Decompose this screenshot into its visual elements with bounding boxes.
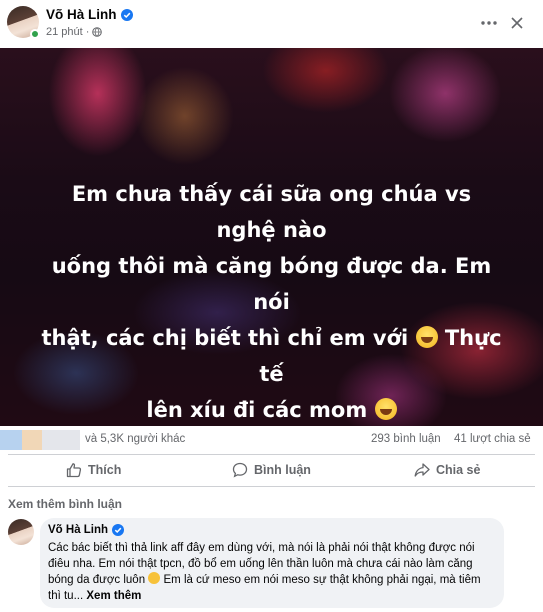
comment-line: điêu nha. Em nói thật tpcn, đồ bổ em uốn… — [48, 558, 473, 570]
comment-button[interactable]: Bình luận — [232, 455, 311, 485]
shares-count[interactable]: 41 lượt chia sẻ — [454, 433, 531, 445]
author-name-row: Võ Hà Linh — [46, 7, 133, 22]
comment-see-more-link[interactable]: Xem thêm — [86, 590, 141, 602]
divider — [8, 486, 535, 487]
post-text: Em chưa thấy cái sữa ong chúa vs nghệ nà… — [40, 176, 503, 426]
more-icon — [481, 21, 497, 25]
comment-line-wrap: thì tu... Xem thêm — [48, 588, 496, 604]
globe-icon — [92, 27, 103, 37]
meta-separator: · — [85, 26, 90, 38]
comment-line: Em là cứ meso em nói meso sự thật không … — [163, 574, 481, 586]
laughing-emoji-icon — [415, 326, 438, 348]
post-image[interactable]: Em chưa thấy cái sữa ong chúa vs nghệ nà… — [0, 48, 543, 426]
comment-line-wrap: bóng da được luôn Em là cứ meso em nói m… — [48, 572, 496, 588]
online-status-dot — [30, 29, 40, 39]
reaction-avatar — [22, 430, 42, 450]
like-button[interactable]: Thích — [66, 455, 121, 485]
reaction-avatars[interactable] — [0, 430, 80, 450]
more-options-button[interactable] — [478, 12, 500, 34]
verified-badge-icon — [120, 8, 133, 21]
like-icon — [66, 463, 82, 478]
see-more-comments-link[interactable]: Xem thêm bình luận — [8, 497, 122, 511]
comment-author[interactable]: Võ Hà Linh — [48, 524, 108, 536]
post-text-line: uống thôi mà căng bóng được da. Em nói — [51, 254, 492, 314]
close-button[interactable] — [506, 12, 528, 34]
post-time[interactable]: 21 phút — [46, 26, 83, 38]
post-meta: 21 phút · — [46, 26, 103, 38]
comment-line: Các bác biết thì thả link aff đây em dùn… — [48, 542, 475, 554]
comment-icon — [232, 462, 248, 478]
reaction-avatar — [42, 430, 80, 450]
comment-text: Các bác biết thì thả link aff đây em dùn… — [48, 540, 496, 604]
reaction-avatar — [0, 430, 22, 450]
like-label: Thích — [88, 463, 122, 477]
close-icon — [511, 17, 523, 29]
commenter-avatar[interactable] — [8, 519, 34, 545]
share-label: Chia sẻ — [436, 463, 481, 477]
author-name[interactable]: Võ Hà Linh — [46, 7, 117, 22]
post-text-line: thật, các chị biết thì chỉ em với — [41, 326, 409, 350]
post-text-line-wrap: lên xíu đi các mom — [40, 392, 503, 426]
post-text-line: lên xíu đi các mom — [146, 398, 368, 422]
verified-badge-icon — [112, 524, 125, 536]
share-icon — [414, 463, 430, 477]
laughing-emoji-icon — [148, 572, 161, 584]
laughing-emoji-icon — [374, 398, 397, 420]
comment-line: bóng da được luôn — [48, 574, 146, 586]
comment-label: Bình luận — [254, 463, 311, 477]
post-header: Võ Hà Linh 21 phút · — [0, 0, 543, 48]
post-stats: và 5,3K người khác 293 bình luận 41 lượt… — [0, 426, 543, 454]
share-button[interactable]: Chia sẻ — [414, 455, 480, 485]
comment-author-row: Võ Hà Linh — [48, 524, 496, 536]
post-text-line: Em chưa thấy cái sữa ong chúa vs nghệ nà… — [71, 182, 472, 242]
post-text-line-wrap: thật, các chị biết thì chỉ em với Thực t… — [40, 320, 503, 392]
comment-bubble: Võ Hà Linh Các bác biết thì thả link aff… — [40, 518, 504, 608]
reactions-count[interactable]: và 5,3K người khác — [85, 433, 185, 445]
post-actions: Thích Bình luận Chia sẻ — [0, 455, 543, 485]
comments-count[interactable]: 293 bình luận — [371, 433, 441, 445]
comment-line: thì tu... — [48, 590, 84, 602]
